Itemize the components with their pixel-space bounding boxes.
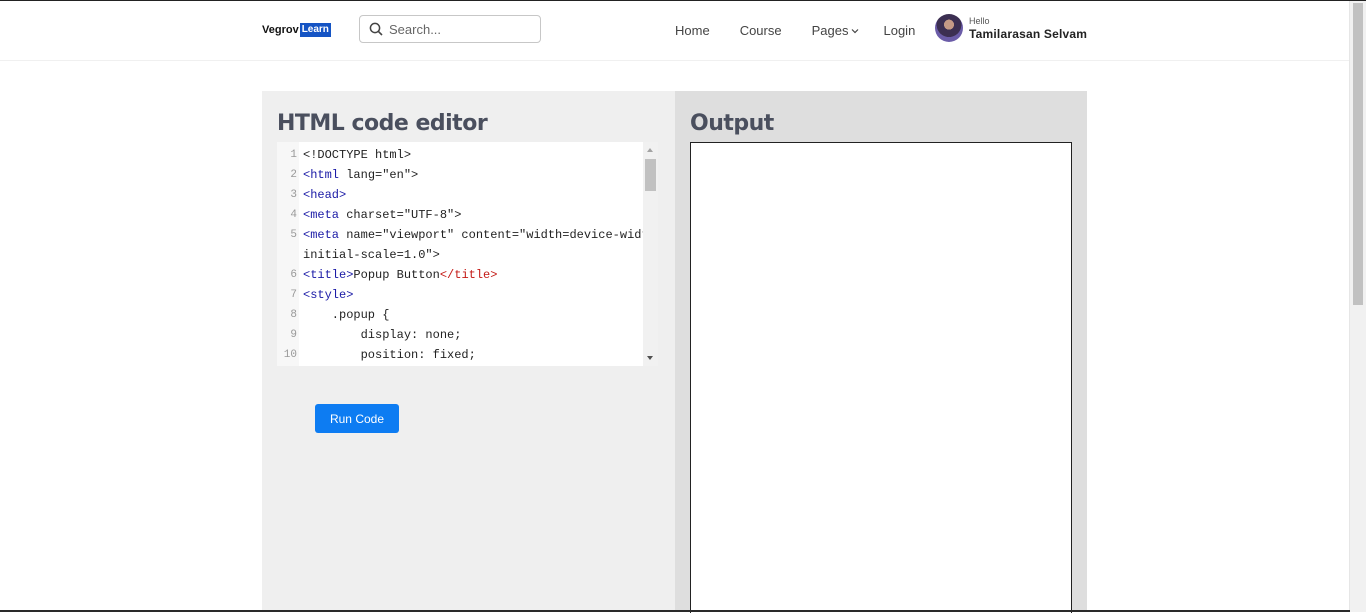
chevron-down-icon	[852, 28, 859, 33]
code-text: <html lang="en">	[303, 165, 418, 185]
code-line[interactable]: 3 <head>	[277, 185, 641, 205]
code-line[interactable]: 5 <meta name="viewport" content="width=de…	[277, 225, 658, 245]
code-tag-token: <style>	[303, 288, 354, 302]
output-frame[interactable]	[690, 142, 1072, 613]
line-number: 1	[290, 149, 297, 161]
scroll-down-arrow-icon[interactable]	[647, 356, 653, 360]
code-line[interactable]: 7 <style>	[277, 285, 641, 305]
logo-badge: Learn	[299, 23, 331, 37]
editor-title: HTML code editor	[277, 111, 488, 136]
code-line[interactable]: 8 .popup {	[277, 305, 641, 325]
nav-course[interactable]: Course	[740, 23, 782, 38]
code-editor[interactable]: 1 <!DOCTYPE html> 2 <html lang="en"> 3 <head>…	[277, 142, 658, 366]
page-scrollbar[interactable]	[1349, 1, 1366, 612]
nav-pages[interactable]: Pages	[812, 23, 860, 38]
search-input[interactable]	[387, 20, 531, 38]
line-number: 9	[290, 329, 297, 341]
site-logo[interactable]: Vegrov Learn	[262, 23, 331, 37]
output-title: Output	[690, 111, 774, 136]
code-tag-token: </title>	[439, 268, 498, 282]
search-box	[359, 15, 541, 43]
code-text: position: fixed;	[303, 345, 476, 365]
page-scroll-thumb[interactable]	[1353, 3, 1363, 305]
code-token: .popup {	[303, 308, 390, 322]
code-tag-token: <meta	[303, 228, 340, 242]
code-tag-token: <title>	[303, 268, 354, 282]
line-number: 4	[290, 209, 297, 221]
code-line[interactable]: 6 <title>Popup Button</title>	[277, 265, 641, 285]
code-text: <title>Popup Button</title>	[303, 265, 497, 285]
code-line[interactable]: 10 position: fixed;	[277, 345, 641, 365]
code-token: initial-scale=1.0">	[303, 248, 440, 262]
code-token: lang="en">	[339, 168, 419, 182]
run-code-button[interactable]: Run Code	[315, 404, 399, 433]
code-text: <!DOCTYPE html>	[303, 145, 411, 165]
nav-login[interactable]: Login	[883, 23, 915, 38]
editor-scrollbar[interactable]	[643, 142, 658, 366]
line-number: 7	[290, 289, 297, 301]
main-nav: Home Course Pages Login	[675, 23, 945, 38]
code-text: display: none;	[303, 325, 462, 345]
avatar	[935, 14, 963, 42]
code-tag-token: <html	[303, 168, 340, 182]
line-number: 2	[290, 169, 297, 181]
code-text: <head>	[303, 185, 346, 205]
code-text: .popup {	[303, 305, 390, 325]
code-token: name="viewport" content="width=device-wi…	[339, 228, 658, 242]
code-token: <!DOCTYPE html>	[303, 148, 412, 162]
user-info: Hello Tamilarasan Selvam	[969, 15, 1087, 41]
code-token: Popup Button	[353, 268, 440, 282]
code-line[interactable]: 9 display: none;	[277, 325, 641, 345]
line-number: 3	[290, 189, 297, 201]
editor-panel: HTML code editor 1 <!DOCTYPE html> 2 <html …	[262, 91, 675, 612]
code-text: <style>	[303, 285, 353, 305]
line-number: 8	[290, 309, 297, 321]
user-menu[interactable]: Hello Tamilarasan Selvam	[935, 14, 1087, 42]
code-token: position: fixed;	[303, 348, 476, 362]
code-text: <meta name="viewport" content="width=dev…	[303, 225, 658, 245]
nav-home[interactable]: Home	[675, 23, 710, 38]
search-icon	[369, 22, 383, 36]
nav-pages-label: Pages	[811, 23, 849, 38]
code-token: charset="UTF-8">	[339, 208, 462, 222]
code-tag-token: <head>	[303, 188, 347, 202]
code-line[interactable]: 2 <html lang="en">	[277, 165, 641, 185]
code-token: display: none;	[303, 328, 462, 342]
code-line[interactable]: 4 <meta charset="UTF-8">	[277, 205, 641, 225]
code-text: initial-scale=1.0">	[303, 245, 440, 265]
code-line[interactable]: 1 <!DOCTYPE html>	[277, 145, 641, 165]
code-line[interactable]: initial-scale=1.0">	[277, 245, 641, 265]
line-number: 6	[290, 269, 297, 281]
site-header: Vegrov Learn Home Course Pages Login Hel…	[0, 1, 1350, 61]
editor-scroll-thumb[interactable]	[645, 159, 656, 191]
logo-text: Vegrov	[262, 24, 299, 36]
code-tag-token: <meta	[303, 208, 340, 222]
user-name: Tamilarasan Selvam	[969, 27, 1088, 41]
code-text: <meta charset="UTF-8">	[303, 205, 461, 225]
output-panel: Output	[675, 91, 1087, 613]
scroll-up-arrow-icon[interactable]	[647, 148, 653, 152]
line-number: 10	[283, 349, 297, 361]
line-number: 5	[290, 229, 297, 241]
